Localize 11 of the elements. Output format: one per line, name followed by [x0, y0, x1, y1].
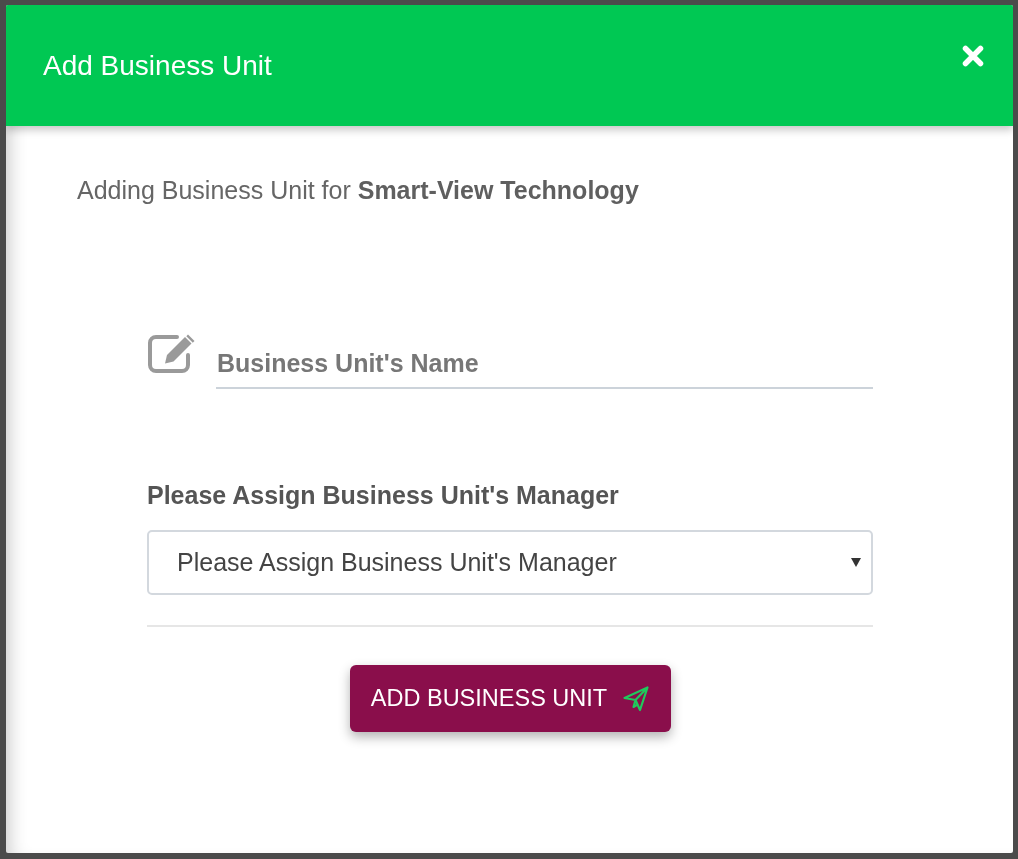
manager-label: Please Assign Business Unit's Manager — [147, 480, 620, 510]
add-business-unit-button[interactable]: ADD BUSINESS UNIT — [349, 665, 671, 732]
close-button[interactable] — [962, 45, 984, 67]
dialog-title: Add Business Unit — [43, 48, 272, 83]
intro-text: Adding Business Unit for Smart-View Technology — [77, 175, 640, 205]
close-icon — [962, 45, 984, 67]
caret-icon — [851, 558, 861, 567]
paper-plane-icon — [623, 685, 650, 712]
edit-icon — [147, 333, 197, 373]
manager-select[interactable]: Please Assign Business Unit's Manager — [147, 530, 873, 595]
name-input-field[interactable]: Business Unit's Name — [216, 333, 873, 389]
